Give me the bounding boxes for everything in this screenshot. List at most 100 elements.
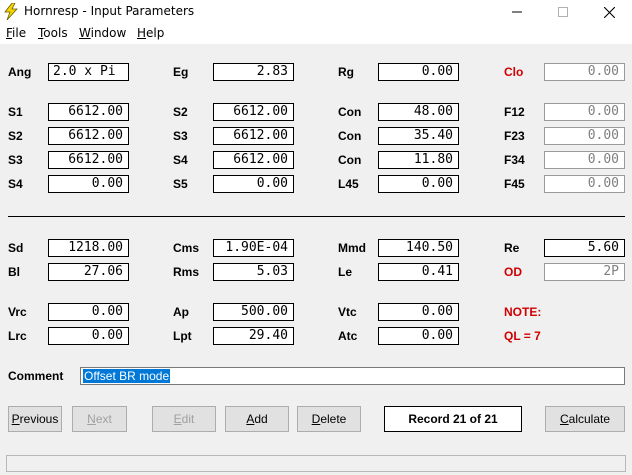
- label-bl: Bl: [8, 265, 20, 279]
- field-s3[interactable]: 6612.00: [48, 151, 129, 169]
- previous-mnemonic: P: [11, 412, 20, 426]
- label-le: Le: [338, 265, 353, 279]
- calculate-mnemonic: C: [559, 412, 569, 426]
- section-divider: [8, 216, 625, 217]
- label-comment: Comment: [8, 369, 64, 383]
- field-f23: 0.00: [544, 127, 625, 145]
- field-f45: 0.00: [544, 175, 625, 193]
- label-f34: F34: [504, 153, 525, 167]
- menu-bar: File Tools Window Help: [0, 24, 632, 44]
- calculate-button[interactable]: Calculate: [545, 406, 625, 432]
- field-vrc[interactable]: 0.00: [48, 303, 129, 321]
- next-button[interactable]: Next: [72, 406, 127, 432]
- delete-rest: elete: [320, 412, 347, 426]
- maximize-button[interactable]: [540, 0, 586, 24]
- minimize-icon: [512, 11, 522, 13]
- field-bl[interactable]: 27.06: [48, 263, 129, 281]
- label-con-2: Con: [338, 129, 362, 143]
- menu-help[interactable]: Help: [137, 26, 164, 40]
- label-l45: L45: [338, 177, 359, 191]
- label-f45: F45: [504, 177, 525, 191]
- field-con-3[interactable]: 11.80: [378, 151, 459, 169]
- field-s5[interactable]: 0.00: [213, 175, 294, 193]
- label-s2-top: S2: [173, 105, 188, 119]
- field-rg[interactable]: 0.00: [378, 63, 459, 81]
- label-od: OD: [504, 265, 522, 279]
- label-con-3: Con: [338, 153, 362, 167]
- comment-input[interactable]: Offset BR mode: [80, 367, 625, 385]
- status-bar: [6, 455, 626, 472]
- menu-file[interactable]: File: [6, 26, 26, 40]
- add-rest: dd: [254, 412, 268, 426]
- lightning-bolt-icon: [4, 3, 18, 20]
- field-mmd[interactable]: 140.50: [378, 239, 459, 257]
- edit-rest: dit: [181, 412, 195, 426]
- calculate-rest: alculate: [568, 412, 611, 426]
- menu-help-rest: elp: [146, 26, 165, 40]
- label-mmd: Mmd: [338, 241, 366, 255]
- label-ang: Ang: [8, 65, 32, 79]
- label-s3: S3: [8, 153, 23, 167]
- next-rest: ext: [95, 412, 112, 426]
- field-f12: 0.00: [544, 103, 625, 121]
- maximize-icon: [558, 7, 568, 17]
- label-ap: Ap: [173, 305, 189, 319]
- delete-button[interactable]: Delete: [297, 406, 361, 432]
- menu-tools[interactable]: Tools: [38, 26, 68, 40]
- close-icon: [603, 6, 615, 18]
- previous-button[interactable]: Previous: [8, 406, 62, 432]
- field-s4-top[interactable]: 6612.00: [213, 151, 294, 169]
- menu-window-rest: indow: [90, 26, 127, 40]
- label-vrc: Vrc: [8, 305, 27, 319]
- field-l45[interactable]: 0.00: [378, 175, 459, 193]
- label-rms: Rms: [173, 265, 200, 279]
- minimize-button[interactable]: [494, 0, 540, 24]
- field-s3-top[interactable]: 6612.00: [213, 127, 294, 145]
- field-s1[interactable]: 6612.00: [48, 103, 129, 121]
- label-s5: S5: [173, 177, 188, 191]
- label-f12: F12: [504, 105, 525, 119]
- add-button[interactable]: Add: [225, 406, 289, 432]
- field-cms[interactable]: 1.90E-04: [213, 239, 294, 257]
- label-rg: Rg: [338, 65, 354, 79]
- field-vtc[interactable]: 0.00: [378, 303, 459, 321]
- field-con-2[interactable]: 35.40: [378, 127, 459, 145]
- window-title: Hornresp - Input Parameters: [24, 4, 195, 18]
- title-bar: Hornresp - Input Parameters: [0, 0, 632, 24]
- field-sd[interactable]: 1218.00: [48, 239, 129, 257]
- label-sd: Sd: [8, 241, 24, 255]
- field-rms[interactable]: 5.03: [213, 263, 294, 281]
- label-s2: S2: [8, 129, 23, 143]
- field-re[interactable]: 5.60: [544, 239, 625, 257]
- field-od: 2P: [544, 263, 625, 281]
- label-lrc: Lrc: [8, 329, 27, 343]
- label-lpt: Lpt: [173, 329, 192, 343]
- close-button[interactable]: [586, 0, 632, 24]
- field-atc[interactable]: 0.00: [378, 327, 459, 345]
- field-s2-top[interactable]: 6612.00: [213, 103, 294, 121]
- menu-window[interactable]: Window: [79, 26, 126, 40]
- field-s2[interactable]: 6612.00: [48, 127, 129, 145]
- delete-mnemonic: D: [311, 412, 321, 426]
- previous-rest: revious: [19, 412, 59, 426]
- label-s4-top: S4: [173, 153, 188, 167]
- label-atc: Atc: [338, 329, 358, 343]
- field-s4[interactable]: 0.00: [48, 175, 129, 193]
- field-eg[interactable]: 2.83: [213, 63, 294, 81]
- field-le[interactable]: 0.41: [378, 263, 459, 281]
- field-ap[interactable]: 500.00: [213, 303, 294, 321]
- edit-button[interactable]: Edit: [152, 406, 216, 432]
- label-vtc: Vtc: [338, 305, 357, 319]
- label-s3-top: S3: [173, 129, 188, 143]
- field-ang[interactable]: 2.0 x Pi: [48, 63, 129, 81]
- menu-window-mnemonic: W: [79, 26, 91, 40]
- menu-tools-rest: ools: [43, 26, 68, 40]
- menu-file-rest: ile: [12, 26, 27, 40]
- label-f23: F23: [504, 129, 525, 143]
- field-lpt[interactable]: 29.40: [213, 327, 294, 345]
- field-con-1[interactable]: 48.00: [378, 103, 459, 121]
- field-lrc[interactable]: 0.00: [48, 327, 129, 345]
- label-clo: Clo: [504, 65, 524, 79]
- field-f34: 0.00: [544, 151, 625, 169]
- edit-mnemonic: E: [173, 412, 182, 426]
